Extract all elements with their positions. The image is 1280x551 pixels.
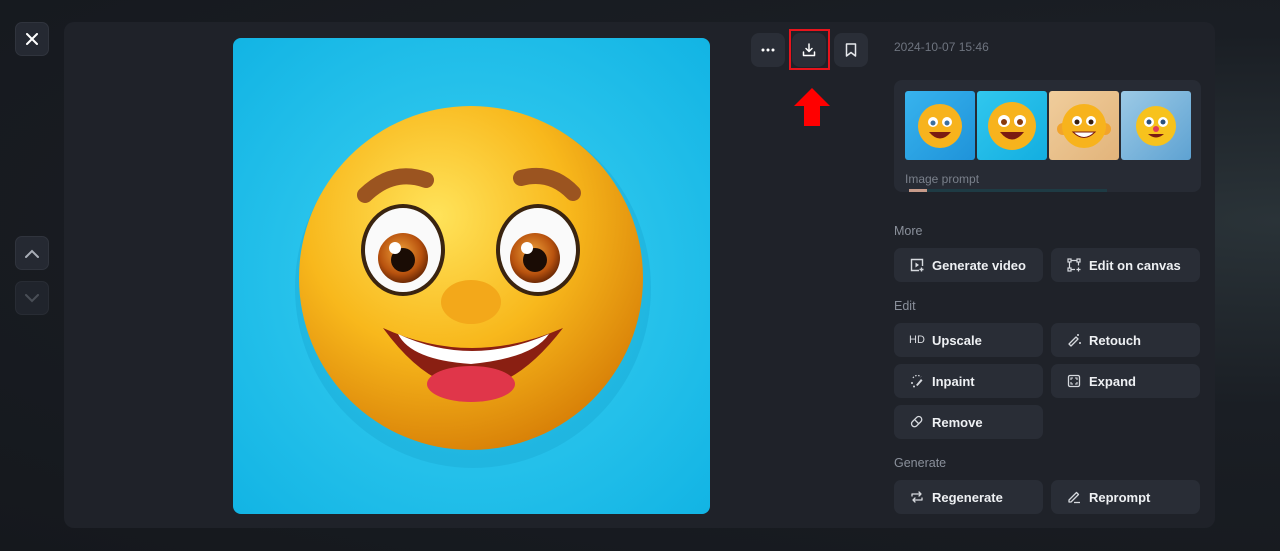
canvas-edit-icon — [1066, 257, 1082, 273]
more-options-button[interactable] — [751, 33, 785, 67]
generate-video-label: Generate video — [932, 257, 1026, 273]
regenerate-button[interactable]: Regenerate — [894, 480, 1043, 514]
retouch-button[interactable]: Retouch — [1051, 323, 1200, 357]
regenerate-label: Regenerate — [932, 489, 1003, 505]
previous-image-button[interactable] — [15, 236, 49, 270]
smiley-emoji-illustration — [295, 106, 651, 468]
chevron-down-icon — [25, 293, 39, 302]
close-icon — [26, 33, 38, 45]
image-prompt-label: Image prompt — [905, 172, 980, 186]
generate-video-button[interactable]: Generate video — [894, 248, 1043, 282]
bookmark-button[interactable] — [834, 33, 868, 67]
edit-on-canvas-label: Edit on canvas — [1089, 257, 1181, 273]
expand-label: Expand — [1089, 373, 1136, 389]
smiley-thumb-4[interactable] — [1121, 91, 1191, 160]
edit-on-canvas-button[interactable]: Edit on canvas — [1051, 248, 1200, 282]
inpaint-button[interactable]: Inpaint — [894, 364, 1043, 398]
tongue — [427, 366, 515, 402]
section-label-edit: Edit — [894, 299, 916, 313]
hd-icon: HD — [909, 334, 925, 346]
inpaint-label: Inpaint — [932, 373, 975, 389]
image-prompt-preview — [909, 189, 1107, 192]
section-label-generate: Generate — [894, 456, 947, 470]
download-highlight-annotation — [789, 29, 830, 70]
bookmark-icon — [845, 43, 857, 57]
eraser-icon — [909, 414, 925, 430]
retouch-label: Retouch — [1089, 332, 1141, 348]
main-image — [233, 38, 710, 514]
section-label-more: More — [894, 224, 923, 238]
expand-button[interactable]: Expand — [1051, 364, 1200, 398]
more-horizontal-icon — [761, 48, 775, 52]
repeat-icon — [909, 489, 925, 505]
image-prompt-card: Image prompt — [894, 80, 1201, 192]
upscale-button[interactable]: HD Upscale — [894, 323, 1043, 357]
creation-timestamp: 2024-10-07 15:46 — [894, 40, 989, 54]
smiley-thumb-1[interactable] — [905, 91, 975, 160]
remove-button[interactable]: Remove — [894, 405, 1043, 439]
inpaint-brush-icon — [909, 373, 925, 389]
video-plus-icon — [909, 257, 925, 273]
pencil-icon — [1066, 489, 1082, 505]
expand-icon — [1066, 373, 1082, 389]
thumbnail-strip — [905, 91, 1191, 160]
left-nav-strip — [0, 0, 64, 551]
reprompt-button[interactable]: Reprompt — [1051, 480, 1200, 514]
smiley-thumb-3[interactable] — [1049, 91, 1119, 160]
reprompt-label: Reprompt — [1089, 489, 1151, 505]
chevron-up-icon — [25, 249, 39, 258]
nose — [441, 280, 501, 324]
next-image-button[interactable] — [15, 281, 49, 315]
remove-label: Remove — [932, 414, 983, 430]
upscale-label: Upscale — [932, 332, 982, 348]
magic-wand-icon — [1066, 332, 1082, 348]
red-arrow-annotation — [794, 88, 830, 126]
smiley-thumb-2[interactable] — [977, 91, 1047, 160]
close-button[interactable] — [15, 22, 49, 56]
